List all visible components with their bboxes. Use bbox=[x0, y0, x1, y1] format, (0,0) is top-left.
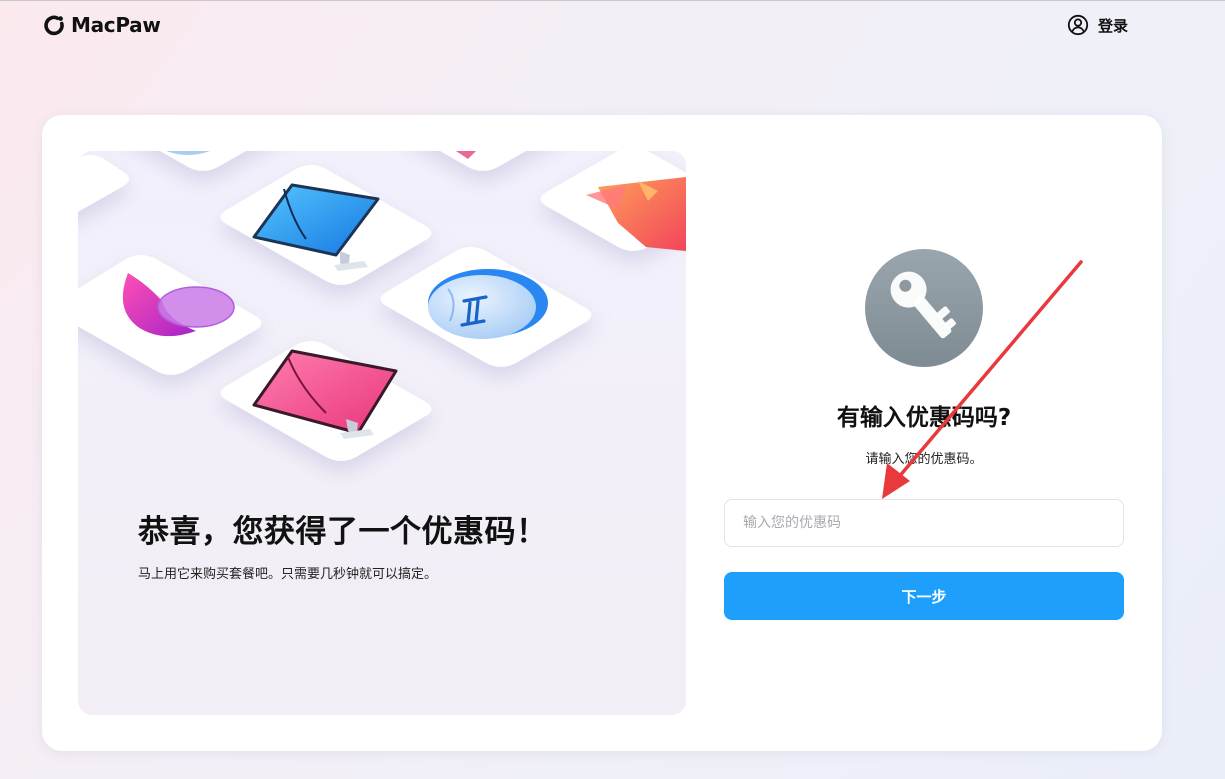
promo-code-card: 恭喜，您获得了一个优惠码！ 马上用它来购买套餐吧。只需要几秒钟就可以搞定。 有输… bbox=[42, 115, 1162, 751]
brand-name: MacPaw bbox=[71, 13, 161, 37]
window-top-border bbox=[0, 0, 1225, 1]
promo-code-input[interactable] bbox=[724, 499, 1124, 547]
promo-code-form: 有输入优惠码吗? 请输入您的优惠码。 下一步 bbox=[724, 115, 1124, 751]
key-icon bbox=[865, 249, 983, 367]
form-title: 有输入优惠码吗? bbox=[836, 405, 1012, 431]
macpaw-logo-icon bbox=[44, 15, 64, 36]
promo-subtitle: 马上用它来购买套餐吧。只需要几秒钟就可以搞定。 bbox=[138, 567, 438, 582]
form-subtitle: 请输入您的优惠码。 bbox=[865, 452, 983, 467]
macpaw-logo[interactable]: MacPaw bbox=[43, 13, 161, 37]
next-step-button[interactable]: 下一步 bbox=[724, 572, 1124, 620]
promo-title: 恭喜，您获得了一个优惠码！ bbox=[138, 514, 548, 550]
promo-panel: 恭喜，您获得了一个优惠码！ 马上用它来购买套餐吧。只需要几秒钟就可以搞定。 bbox=[78, 151, 686, 715]
login-label: 登录 bbox=[1098, 16, 1129, 35]
app-icons-illustration bbox=[78, 151, 686, 461]
login-link[interactable]: 登录 bbox=[1067, 14, 1128, 36]
user-circle-icon bbox=[1067, 14, 1089, 36]
